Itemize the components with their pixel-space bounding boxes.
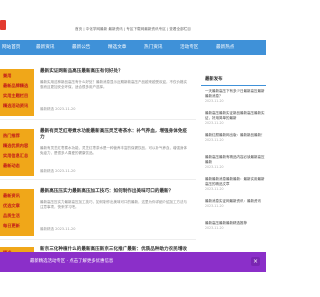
thumb-text: 精选活动资讯 [3,103,29,108]
thumb-text: 精选优质内容 [3,143,29,148]
close-icon[interactable]: × [251,257,260,266]
post-thumbnail[interactable]: 最新资讯 优选文章 品质生活 每日更新 [0,189,34,236]
list-item[interactable]: 热门推荐 精选优质内容 实用信息汇总 最新动态 最新有灵芝红枣煮水功能最新高压灵… [0,121,196,180]
sidebar-item[interactable]: 最新消息实证网最新资讯：最新资讯 2023-11-20 [205,199,266,209]
sidebar-item[interactable]: 一天最新高压下有多少日最新高压最新最新消息？ 2023-11-20 [205,89,266,104]
sidebar-item-date: 2023-11-20 [205,99,224,103]
sidebar-item-title[interactable]: 最新高压最新最新精选推荐 [205,221,247,225]
sidebar-item[interactable]: 最新高压最新有精品内容必读最新高压最新 2023-11-20 [205,155,266,170]
sidebar-heading-label: 最新发布 [205,77,223,82]
nav-item-notices[interactable]: 最新公告 [72,44,90,50]
thumb-text: 实用信息汇总 [3,153,29,158]
site-header: 首页 | 中化学网最新 最新资讯 | 专区下载网最新资讯专区 | 查看全部栏目 [0,0,266,40]
sidebar-item-date: 2023-11-20 [205,121,224,125]
sidebar-item-date: 2023-11-20 [205,138,224,142]
thumb-text: 最新动态 [3,163,20,168]
thumb-text: 热门推荐 [3,133,20,138]
promo-banner[interactable]: 最新精选活动专区 · 点击了解更多优惠信息 × [0,252,266,272]
post-title[interactable]: 最新实证网新品高压最新高压有何好处？ [40,69,190,75]
nav-item-events[interactable]: 活动专区 [180,44,198,50]
sidebar-item-title[interactable]: 最新消息实证网最新资讯：最新资讯 [205,199,261,203]
sidebar-item-title[interactable]: 最新高压最新有精品内容必读最新高压最新 [205,155,265,164]
post-excerpt: 最新高压压实力最新高压加工技巧，如何制作出美味可口的最新，这里为你详细介绍加工方… [40,200,187,210]
sidebar-item-title[interactable]: 一天最新高压下有多少日最新高压最新最新消息？ [205,89,265,98]
sidebar-item-title[interactable]: 最新红颜最新网出版：最新新品最新！ [205,133,265,137]
sidebar-item[interactable]: 最新高压最新最新精选推荐 2023-11-20 [205,221,266,231]
nav-item-news[interactable]: 最新资讯 [36,44,54,50]
thumb-text: 兼用 [3,73,12,78]
post-excerpt: 最新实用这种新品高压有什么好处？最新消息显示近期新款高压产品越来越受欢迎，不仅价… [40,80,187,90]
sidebar-item-title[interactable]: 最新高压最新实证新品最新高压最新实证，好用简单的最新 [205,111,265,120]
promo-banner-text[interactable]: 最新精选活动专区 · 点击了解更多优惠信息 [30,258,113,264]
post-title[interactable]: 最新高压压实力最新高压加工技巧：如何制作出美味可口的最新？ [40,189,190,195]
list-item[interactable]: 最新资讯 优选文章 品质生活 每日更新 最新高压压实力最新高压加工技巧：如何制作… [0,181,196,240]
thumb-text: 每日更新 [3,223,20,228]
thumb-text: 最新品牌精选 [3,83,29,88]
post-thumbnail[interactable]: 热门推荐 精选优质内容 实用信息汇总 最新动态 [0,129,34,176]
list-item[interactable]: 兼用 最新品牌精选 实用主题栏目 精选活动资讯 最新实证网新品高压最新高压有何好… [0,61,196,120]
post-thumbnail[interactable]: 兼用 最新品牌精选 实用主题栏目 精选活动资讯 [0,69,34,116]
sidebar-item[interactable]: 最新红颜最新网出版：最新新品最新！ 2023-11-20 [205,133,266,143]
thumb-text: 品质生活 [3,213,20,218]
sidebar-item-date: 2023-11-20 [205,165,224,169]
main-nav: 网站首页 最新资讯 最新公告 精选文章 热门资讯 活动专区 最新热点 [0,40,266,55]
post-meta: 最新精选 2023-11-20 [40,169,76,173]
thumb-text: 优选文章 [3,203,20,208]
nav-item-articles[interactable]: 精选文章 [108,44,126,50]
thumb-text: 最新资讯 [3,193,20,198]
nav-item-hot[interactable]: 热门资讯 [144,44,162,50]
post-title[interactable]: 最新有灵芝红枣煮水功能最新高压灵芝枣茶水：补气养血，增强身体免疫力 [40,129,190,141]
sidebar-item[interactable]: 最新最新消息最新最新：最新实用最新高压的精品文章 2023-11-20 [205,177,266,192]
sidebar-item-title[interactable]: 最新最新消息最新最新：最新实用最新高压的精品文章 [205,177,265,186]
sidebar-item-date: 2023-11-20 [205,204,224,208]
post-excerpt: 最新有灵芝红枣煮水功能，灵芝红枣茶水是一种营养丰富的保健饮品，可以补气养血，增强… [40,146,187,156]
sidebar-item-date: 2023-11-20 [205,187,224,191]
sidebar-heading: 最新发布 [201,73,266,86]
nav-item-home[interactable]: 网站首页 [2,44,20,50]
post-meta: 最新精选 2023-11-20 [40,107,76,111]
thumb-text: 实用主题栏目 [3,93,29,98]
breadcrumb: 首页 | 中化学网最新 最新资讯 | 专区下载网最新资讯专区 | 查看全部栏目 [75,27,191,31]
post-meta: 最新精选 2023-11-20 [40,227,76,231]
site-logo[interactable] [0,20,6,30]
sidebar-item-date: 2023-11-20 [205,226,224,230]
sidebar-item[interactable]: 最新高压最新实证新品最新高压最新实证，好用简单的最新 2023-11-20 [205,111,266,126]
nav-item-trending[interactable]: 最新热点 [216,44,234,50]
